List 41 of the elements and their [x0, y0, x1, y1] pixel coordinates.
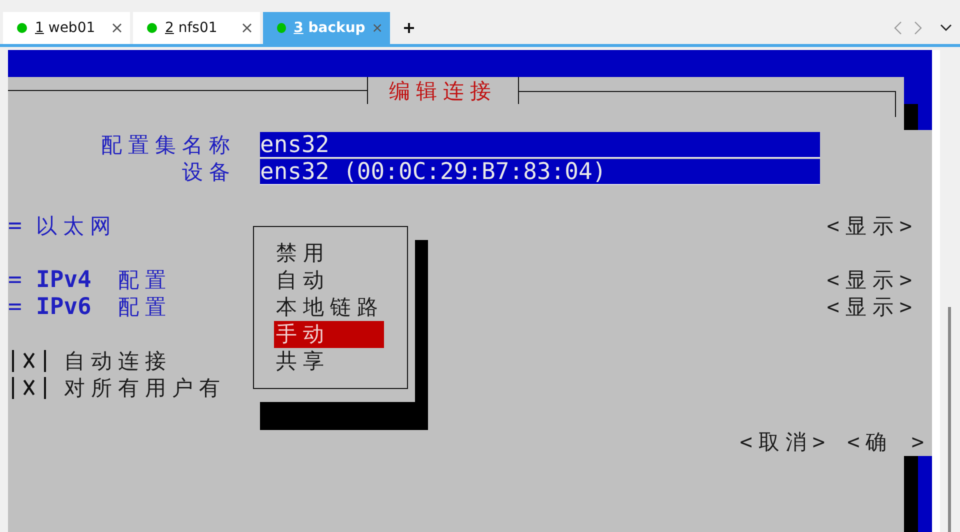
close-icon[interactable] — [112, 23, 122, 33]
field-label: 设备 — [181, 158, 237, 186]
section-marker: = — [8, 294, 23, 320]
status-dot-icon — [147, 23, 157, 33]
dialog-title: 编辑连接 — [367, 77, 519, 104]
new-tab-icon[interactable] — [403, 22, 415, 34]
input-field[interactable]: ens32 — [260, 132, 820, 158]
section-label: IPv4 配置 — [36, 266, 172, 294]
menu-item[interactable]: 自动 — [274, 267, 384, 294]
dialog-shadow — [904, 77, 932, 130]
tab-label: 2 nfs01 — [165, 20, 218, 36]
section-marker: = — [8, 266, 23, 292]
section-marker: = — [8, 212, 23, 238]
dialog-button[interactable]: <取消> — [738, 428, 834, 456]
close-icon[interactable] — [242, 23, 252, 33]
terminal-tab[interactable]: 1 web01 — [3, 12, 130, 44]
checkbox[interactable] — [12, 350, 46, 372]
section-label: 以太网 — [36, 212, 117, 240]
terminal-tab[interactable]: 2 nfs01 — [133, 12, 260, 44]
status-dot-icon — [277, 23, 286, 33]
scrollbar-thumb[interactable] — [948, 307, 951, 532]
tab-label: 3 backup — [294, 20, 366, 36]
section-label: IPv6 配置 — [36, 292, 172, 320]
status-dot-icon — [17, 23, 27, 33]
tab-label: 1 web01 — [35, 20, 96, 36]
show-button[interactable]: <显示> — [824, 292, 920, 320]
x-mark-icon — [23, 352, 35, 369]
field-label: 配置集名称 — [100, 132, 237, 158]
show-button[interactable]: <显示> — [824, 266, 920, 294]
menu-item[interactable]: 手动 — [274, 321, 384, 348]
checkbox-label: 自动连接 — [64, 348, 172, 374]
dropdown-icon[interactable] — [940, 24, 952, 32]
input-field[interactable]: ens32 (00:0C:29:B7:83:04) — [260, 158, 820, 184]
dialog-button[interactable]: <确 > — [845, 428, 932, 456]
checkbox[interactable] — [12, 376, 46, 398]
menu-item[interactable]: 禁用 — [274, 240, 384, 267]
show-button[interactable]: <显示> — [824, 212, 920, 240]
x-mark-icon — [23, 379, 35, 396]
menu-item[interactable]: 共享 — [274, 348, 384, 375]
checkbox-label: 对所有用户有 — [64, 374, 226, 402]
menu-item[interactable]: 本地链路 — [274, 294, 384, 321]
